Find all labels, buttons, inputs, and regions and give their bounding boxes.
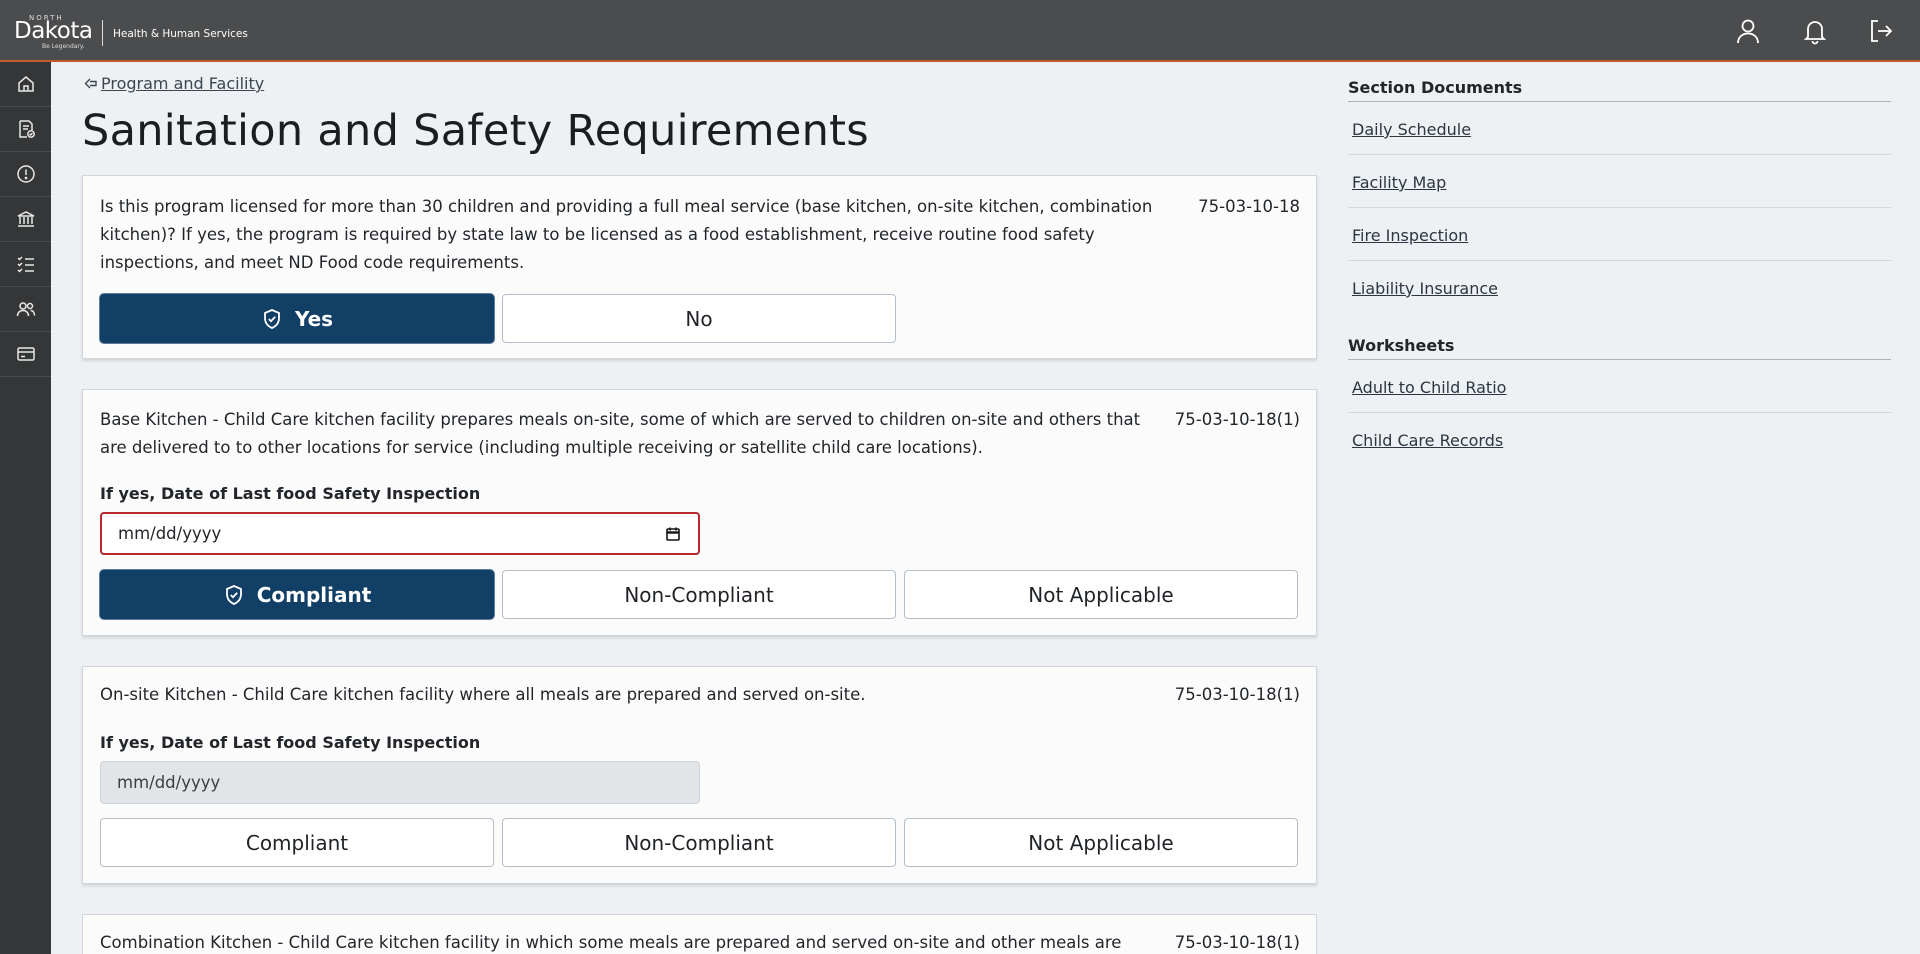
non-compliant-button[interactable]: Non-Compliant (502, 818, 896, 867)
worksheet-link-adult-child-ratio[interactable]: Adult to Child Ratio (1348, 360, 1891, 413)
worksheet-link-label: Adult to Child Ratio (1352, 378, 1507, 397)
not-applicable-button[interactable]: Not Applicable (904, 570, 1298, 619)
question-card: Combination Kitchen - Child Care kitchen… (82, 914, 1317, 954)
sidebar-item-users[interactable] (0, 287, 51, 332)
inspection-date-input: mm/dd/yyyy (100, 761, 700, 804)
user-icon[interactable] (1734, 17, 1762, 45)
logo-tagline: Be Legendary. (42, 43, 85, 50)
bell-icon[interactable] (1801, 17, 1829, 45)
not-applicable-button-label: Not Applicable (1028, 582, 1174, 607)
worksheets-heading: Worksheets (1348, 336, 1891, 360)
document-link-label: Daily Schedule (1352, 120, 1472, 139)
arrow-left-icon (84, 78, 97, 89)
document-link-label: Fire Inspection (1352, 226, 1469, 245)
document-link-facility-map[interactable]: Facility Map (1348, 155, 1891, 208)
worksheet-link-label: Child Care Records (1352, 431, 1504, 450)
logout-icon[interactable] (1867, 17, 1895, 45)
regulation-code: 75-03-10-18(1) (1174, 933, 1300, 952)
document-link-liability-insurance[interactable]: Liability Insurance (1348, 261, 1891, 314)
logo-dakota-text: Dakota (14, 18, 93, 44)
non-compliant-button[interactable]: Non-Compliant (502, 570, 896, 619)
back-link[interactable]: Program and Facility (83, 74, 264, 93)
sidebar-item-alerts[interactable] (0, 152, 51, 197)
compliant-button-label: Compliant (256, 582, 372, 607)
question-text: On-site Kitchen - Child Care kitchen fac… (100, 685, 866, 704)
yes-button-label: Yes (294, 306, 334, 331)
question-card: On-site Kitchen - Child Care kitchen fac… (82, 666, 1317, 884)
page-title: Sanitation and Safety Requirements (82, 106, 870, 156)
checklist-icon (16, 256, 34, 273)
date-placeholder: mm/dd/yyyy (118, 524, 222, 543)
document-link-daily-schedule[interactable]: Daily Schedule (1348, 102, 1891, 155)
calendar-icon[interactable] (665, 526, 681, 542)
question-card: Base Kitchen - Child Care kitchen facili… (82, 389, 1317, 636)
section-documents-heading: Section Documents (1348, 78, 1891, 102)
sidebar-item-documents[interactable] (0, 107, 51, 152)
alert-circle-icon (16, 165, 35, 183)
regulation-code: 75-03-10-18(1) (1174, 410, 1300, 429)
users-icon (16, 302, 35, 317)
date-placeholder: mm/dd/yyyy (117, 773, 221, 792)
inspection-date-input[interactable]: mm/dd/yyyy (100, 512, 700, 555)
logo-divider (102, 20, 103, 46)
no-button-label: No (685, 306, 713, 331)
home-icon (17, 76, 34, 92)
document-check-icon (18, 120, 35, 138)
top-header: NORTH Dakota Be Legendary. Health & Huma… (0, 0, 1920, 62)
shield-check-icon (225, 584, 242, 605)
inspection-date-label: If yes, Date of Last food Safety Inspect… (100, 484, 481, 503)
sidebar-item-checklist[interactable] (0, 242, 51, 287)
card-icon (16, 347, 35, 361)
question-card: Is this program licensed for more than 3… (82, 175, 1317, 359)
document-link-label: Facility Map (1352, 173, 1447, 192)
compliant-button[interactable]: Compliant (100, 818, 494, 867)
sidebar-item-payments[interactable] (0, 332, 51, 377)
department-name: Health & Human Services (113, 28, 248, 40)
shield-check-icon (264, 308, 280, 329)
worksheet-link-child-care-records[interactable]: Child Care Records (1348, 413, 1891, 466)
back-link-label: Program and Facility (101, 74, 265, 93)
left-sidebar (0, 62, 51, 954)
compliant-button[interactable]: Compliant (100, 570, 494, 619)
institution-icon (17, 211, 34, 227)
regulation-code: 75-03-10-18(1) (1174, 685, 1300, 704)
question-text: Is this program licensed for more than 3… (100, 197, 1153, 272)
non-compliant-button-label: Non-Compliant (624, 830, 774, 855)
compliant-button-label: Compliant (245, 830, 349, 855)
question-text: Combination Kitchen - Child Care kitchen… (100, 933, 1122, 952)
yes-button[interactable]: Yes (100, 294, 494, 343)
question-text: Base Kitchen - Child Care kitchen facili… (100, 410, 1141, 457)
not-applicable-button[interactable]: Not Applicable (904, 818, 1298, 867)
document-link-label: Liability Insurance (1352, 279, 1498, 298)
not-applicable-button-label: Not Applicable (1028, 830, 1174, 855)
regulation-code: 75-03-10-18 (1198, 197, 1300, 216)
document-link-fire-inspection[interactable]: Fire Inspection (1348, 208, 1891, 261)
sidebar-item-home[interactable] (0, 62, 51, 107)
non-compliant-button-label: Non-Compliant (624, 582, 774, 607)
sidebar-item-institution[interactable] (0, 197, 51, 242)
no-button[interactable]: No (502, 294, 896, 343)
inspection-date-label: If yes, Date of Last food Safety Inspect… (100, 733, 481, 752)
